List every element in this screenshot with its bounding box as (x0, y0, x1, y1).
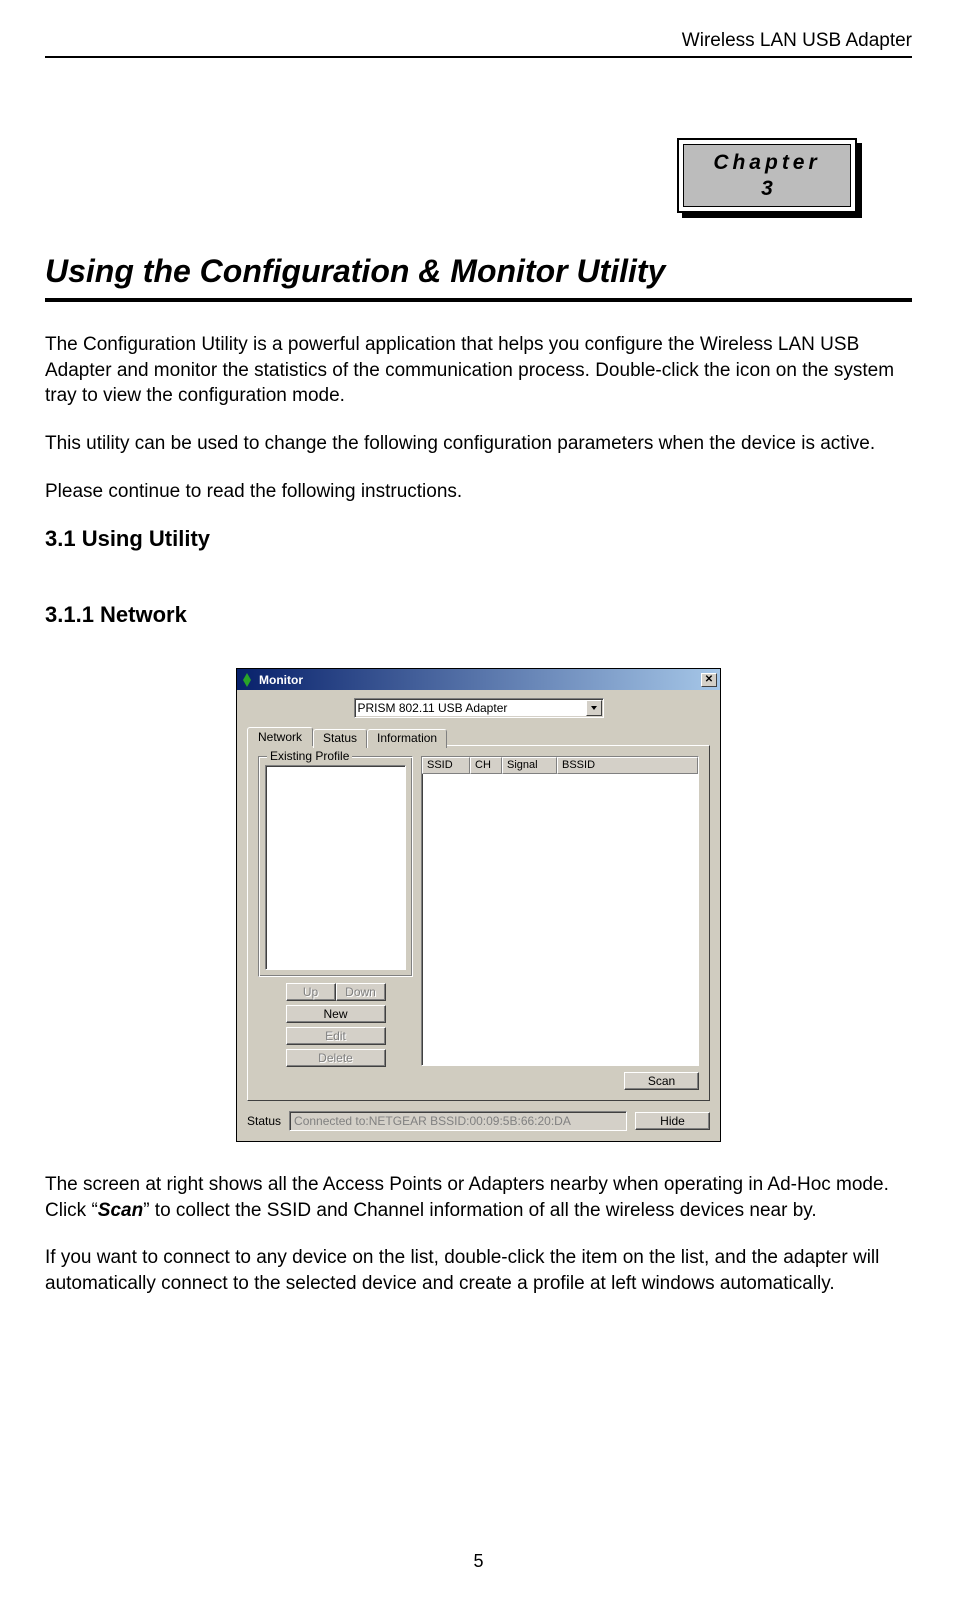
paragraph-4: The screen at right shows all the Access… (45, 1172, 912, 1223)
paragraph-5: If you want to connect to any device on … (45, 1245, 912, 1296)
column-bssid[interactable]: BSSID (557, 757, 698, 774)
column-ch[interactable]: CH (470, 757, 502, 774)
tab-panel-network: Existing Profile Up Down New Edit Delete (247, 745, 710, 1101)
column-headers: SSID CH Signal BSSID (422, 757, 698, 774)
chapter-number: 3 (761, 176, 773, 201)
tab-status[interactable]: Status (313, 729, 367, 748)
titlebar[interactable]: Monitor ✕ (237, 669, 720, 690)
paragraph-2: This utility can be used to change the f… (45, 431, 912, 457)
paragraph-3: Please continue to read the following in… (45, 479, 912, 505)
page-number: 5 (0, 1551, 957, 1572)
existing-profile-group: Existing Profile (258, 756, 413, 977)
edit-button[interactable]: Edit (286, 1027, 386, 1045)
down-button[interactable]: Down (336, 983, 386, 1001)
column-signal[interactable]: Signal (502, 757, 557, 774)
up-button[interactable]: Up (286, 983, 336, 1001)
scan-button[interactable]: Scan (624, 1072, 699, 1090)
status-field: Connected to:NETGEAR BSSID:00:09:5B:66:2… (289, 1111, 627, 1131)
window-title: Monitor (259, 673, 303, 687)
tab-bar: Network Status Information (247, 727, 710, 746)
section-heading-3-1: 3.1 Using Utility (45, 526, 912, 552)
column-ssid[interactable]: SSID (422, 757, 470, 774)
scan-results-list[interactable]: SSID CH Signal BSSID (421, 756, 699, 1066)
new-button[interactable]: New (286, 1005, 386, 1023)
app-icon (240, 673, 254, 687)
existing-profile-label: Existing Profile (267, 749, 352, 763)
page-header: Wireless LAN USB Adapter (45, 30, 912, 58)
chevron-down-icon[interactable] (586, 700, 602, 716)
section-heading-3-1-1: 3.1.1 Network (45, 602, 912, 628)
scan-emphasis: Scan (98, 1200, 143, 1221)
profile-listbox[interactable] (265, 765, 406, 970)
tab-network[interactable]: Network (247, 727, 313, 746)
monitor-window: Monitor ✕ PRISM 802.11 USB Adapter Netwo… (236, 668, 721, 1142)
adapter-select-value: PRISM 802.11 USB Adapter (355, 701, 585, 715)
status-label: Status (247, 1114, 281, 1128)
chapter-badge: Chapter 3 (677, 138, 857, 213)
chapter-badge-wrap: Chapter 3 (45, 138, 912, 213)
close-icon[interactable]: ✕ (701, 673, 717, 687)
hide-button[interactable]: Hide (635, 1112, 710, 1130)
adapter-select[interactable]: PRISM 802.11 USB Adapter (354, 698, 604, 718)
delete-button[interactable]: Delete (286, 1049, 386, 1067)
title-rule (45, 298, 912, 302)
chapter-label: Chapter (713, 150, 820, 175)
tab-information[interactable]: Information (367, 729, 447, 748)
paragraph-1: The Configuration Utility is a powerful … (45, 332, 912, 409)
page-title: Using the Configuration & Monitor Utilit… (45, 253, 912, 290)
